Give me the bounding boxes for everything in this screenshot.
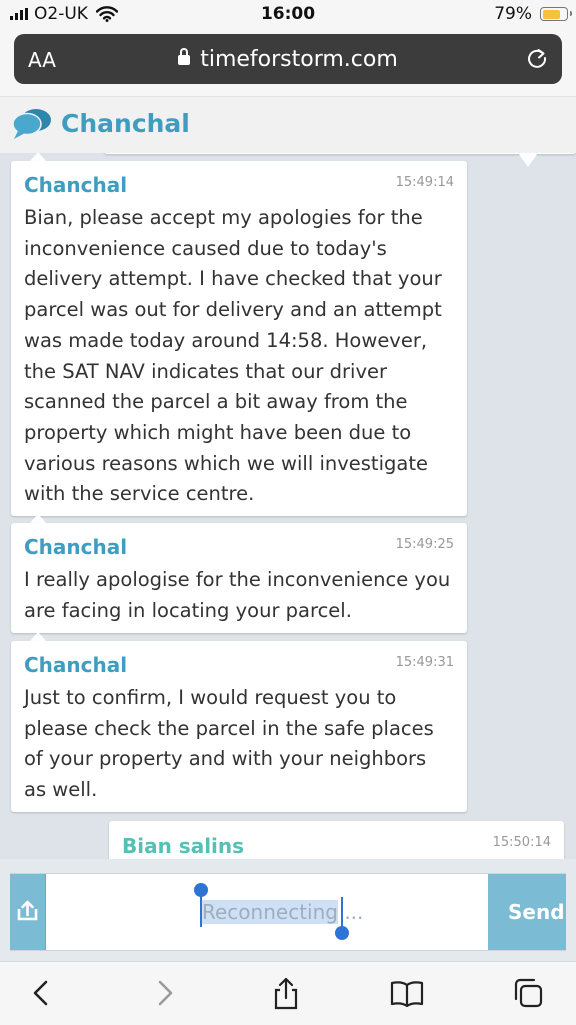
chat-bubbles-icon: [12, 109, 51, 139]
send-button[interactable]: Send: [488, 874, 566, 950]
reload-icon[interactable]: [526, 47, 548, 69]
bookmarks-icon[interactable]: [390, 976, 424, 1010]
browser-toolbar: [0, 961, 576, 1025]
chat-message-partial: [104, 153, 576, 154]
chat-transcript[interactable]: Chanchal 15:49:14 Bian, please accept my…: [0, 153, 576, 859]
battery-percent: 79%: [494, 4, 532, 24]
chat-message-user: Bian salins 15:50:14: [109, 821, 564, 859]
lock-icon: [178, 48, 191, 65]
message-sender: Bian salins: [122, 834, 245, 858]
clock: 16:00: [260, 4, 316, 24]
bubble-pointer: [30, 632, 46, 641]
forward-icon[interactable]: [148, 976, 182, 1010]
back-icon[interactable]: [24, 976, 58, 1010]
message-sender: Chanchal: [24, 173, 128, 197]
selected-text: Reconnecting: [202, 900, 338, 924]
share-icon[interactable]: [269, 976, 303, 1010]
bubble-pointer: [518, 153, 538, 167]
chat-message: Chanchal 15:49:14 Bian, please accept my…: [11, 161, 467, 516]
browser-address-area: AA timeforstorm.com: [0, 30, 576, 96]
bubble-pointer: [30, 514, 46, 523]
selection-handle-end[interactable]: [335, 926, 349, 940]
selection-caret-end: [341, 897, 343, 929]
agent-name: Chanchal: [61, 109, 190, 138]
message-text: Just to confirm, I would request you to …: [24, 686, 434, 802]
address-bar[interactable]: AA timeforstorm.com: [14, 34, 562, 84]
message-sender: Chanchal: [24, 653, 128, 677]
chat-message: Chanchal 15:49:25 I really apologise for…: [11, 523, 467, 633]
status-bar: O2-UK 16:00 79%: [0, 0, 576, 30]
chat-message: Chanchal 15:49:31 Just to confirm, I wou…: [11, 641, 467, 812]
chat-header: Chanchal: [0, 96, 576, 154]
message-time: 15:50:14: [492, 835, 551, 850]
upload-button[interactable]: [10, 874, 46, 950]
battery-icon: [540, 7, 572, 21]
bubble-pointer: [30, 153, 46, 161]
upload-icon: [17, 900, 38, 921]
selection-caret-start: [200, 895, 202, 927]
send-label: Send: [508, 900, 565, 924]
message-input[interactable]: Reconnecting ...: [202, 900, 363, 924]
message-text: I really apologise for the inconvenience…: [24, 568, 451, 622]
message-time: 15:49:14: [395, 175, 454, 190]
tabs-icon[interactable]: [511, 976, 545, 1010]
url-display[interactable]: timeforstorm.com: [14, 47, 562, 72]
message-composer: Reconnecting ... Send: [0, 859, 576, 961]
message-time: 15:49:31: [395, 655, 454, 670]
message-time: 15:49:25: [395, 537, 454, 552]
message-sender: Chanchal: [24, 535, 128, 559]
message-text: Bian, please accept my apologies for the…: [24, 206, 442, 506]
url-text: timeforstorm.com: [200, 47, 398, 72]
